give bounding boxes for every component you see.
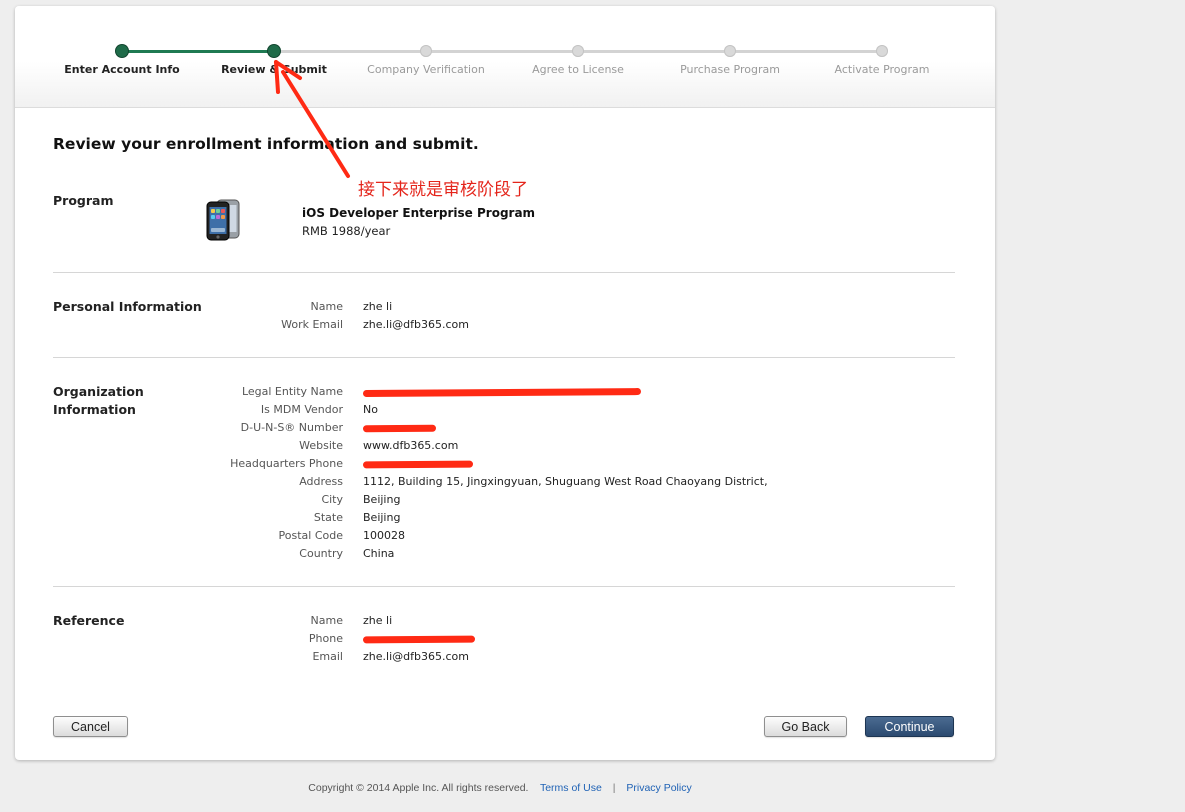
field-label: Work Email — [281, 318, 343, 331]
field-row-state: State Beijing — [15, 509, 995, 527]
redaction-mark — [362, 635, 476, 644]
step-dot-purchase-program — [724, 45, 736, 57]
field-label: Email — [312, 650, 343, 663]
field-value: China — [363, 547, 395, 560]
field-row-work-email: Work Email zhe.li@dfb365.com — [15, 316, 995, 334]
field-value: zhe li — [363, 614, 393, 627]
annotation-text: 接下来就是审核阶段了 — [358, 180, 528, 200]
step-label-company-verification: Company Verification — [367, 63, 485, 76]
field-row-reference-name: Name zhe li — [15, 612, 995, 630]
continue-button[interactable]: Continue — [865, 716, 954, 737]
section-divider — [53, 357, 955, 358]
field-label: Name — [310, 614, 343, 627]
footer-separator: | — [612, 782, 616, 794]
field-label: Website — [299, 439, 343, 452]
field-row-reference-phone: Phone — [15, 630, 995, 648]
step-dot-activate-program — [876, 45, 888, 57]
redaction-mark — [362, 460, 474, 469]
field-label: City — [321, 493, 343, 506]
copyright-text: Copyright © 2014 Apple Inc. All rights r… — [308, 782, 529, 794]
field-value: zhe.li@dfb365.com — [363, 318, 469, 331]
redaction-mark — [362, 424, 437, 433]
field-row-address: Address 1112, Building 15, Jingxingyuan,… — [15, 473, 995, 491]
footer: Copyright © 2014 Apple Inc. All rights r… — [0, 782, 1000, 794]
field-value: www.dfb365.com — [363, 439, 459, 452]
field-value: No — [363, 403, 378, 416]
field-row-is-mdm-vendor: Is MDM Vendor No — [15, 401, 995, 419]
field-row-duns-number: D-U-N-S® Number — [15, 419, 995, 437]
step-label-activate-program: Activate Program — [834, 63, 930, 76]
field-row-reference-email: Email zhe.li@dfb365.com — [15, 648, 995, 666]
field-value: Beijing — [363, 511, 401, 524]
field-value: Beijing — [363, 493, 401, 506]
go-back-button[interactable]: Go Back — [764, 716, 847, 737]
redaction-mark — [362, 388, 642, 397]
field-label: Postal Code — [278, 529, 343, 542]
field-row-postal-code: Postal Code 100028 — [15, 527, 995, 545]
field-row-headquarters-phone: Headquarters Phone — [15, 455, 995, 473]
step-dot-company-verification — [420, 45, 432, 57]
field-value: 100028 — [363, 529, 405, 542]
step-label-enter-account-info: Enter Account Info — [64, 63, 180, 76]
step-dot-review-submit — [268, 45, 280, 57]
field-row-name: Name zhe li — [15, 298, 995, 316]
field-value: zhe li — [363, 300, 393, 313]
iphone-icon — [206, 199, 240, 241]
field-row-legal-entity-name: Legal Entity Name — [15, 383, 995, 401]
program-name: iOS Developer Enterprise Program — [302, 206, 536, 220]
cancel-button[interactable]: Cancel — [53, 716, 128, 737]
field-label: Phone — [308, 632, 343, 645]
field-row-country: Country China — [15, 545, 995, 563]
terms-of-use-link[interactable]: Terms of Use — [540, 782, 602, 794]
field-row-website: Website www.dfb365.com — [15, 437, 995, 455]
program-price: RMB 1988/year — [302, 224, 391, 238]
privacy-policy-link[interactable]: Privacy Policy — [626, 782, 691, 794]
step-label-agree-to-license: Agree to License — [532, 63, 624, 76]
progress-header: Enter Account Info Review & Submit Compa… — [15, 6, 995, 108]
field-label: D-U-N-S® Number — [240, 421, 343, 434]
step-label-purchase-program: Purchase Program — [680, 63, 780, 76]
field-value: zhe.li@dfb365.com — [363, 650, 469, 663]
step-dot-agree-to-license — [572, 45, 584, 57]
field-label: State — [313, 511, 343, 524]
field-label: Name — [310, 300, 343, 313]
field-value: 1112, Building 15, Jingxingyuan, Shuguan… — [363, 475, 768, 488]
section-title-program: Program — [53, 193, 114, 208]
field-label: Address — [299, 475, 343, 488]
field-label: Legal Entity Name — [241, 385, 343, 398]
page-title: Review your enrollment information and s… — [53, 135, 479, 153]
field-label: Is MDM Vendor — [260, 403, 343, 416]
step-dot-enter-account-info — [116, 45, 128, 57]
field-row-city: City Beijing — [15, 491, 995, 509]
step-label-review-submit: Review & Submit — [221, 63, 327, 76]
field-label: Headquarters Phone — [230, 457, 343, 470]
progress-track-completed — [122, 50, 274, 53]
section-divider — [53, 586, 955, 587]
field-label: Country — [299, 547, 343, 560]
enrollment-card: Enter Account Info Review & Submit Compa… — [15, 6, 995, 760]
section-divider — [53, 272, 955, 273]
